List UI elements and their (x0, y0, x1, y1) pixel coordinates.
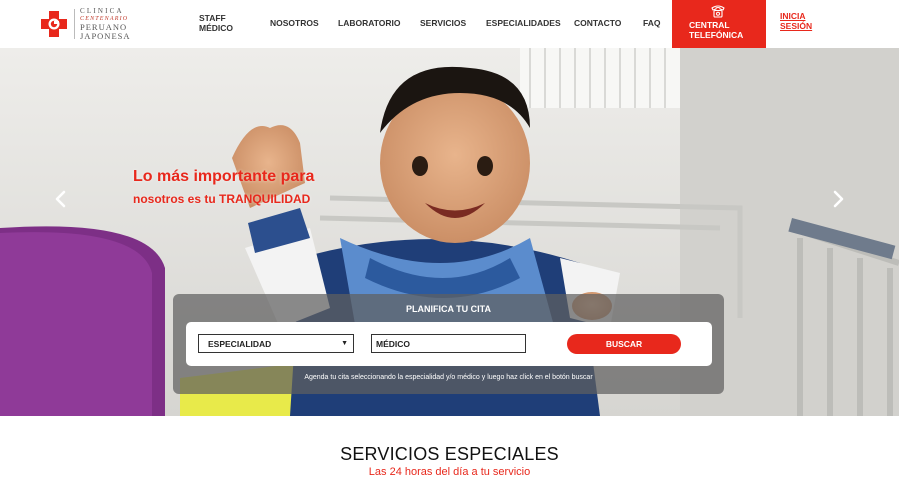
specialty-select-value: ESPECIALIDAD (208, 339, 272, 349)
search-button[interactable]: BUSCAR (567, 334, 681, 354)
central-telefonica-label: CENTRAL TELEFÓNICA (689, 20, 744, 41)
hero-slogan: Lo más importante para nosotros es tu TR… (133, 168, 314, 206)
nav-laboratorio[interactable]: LABORATORIO (338, 0, 401, 48)
chevron-right-icon[interactable] (830, 190, 846, 208)
services-section: SERVICIOS ESPECIALES Las 24 horas del dí… (0, 416, 899, 499)
nav-servicios[interactable]: SERVICIOS (420, 0, 466, 48)
planner-title: PLANIFICA TU CITA (406, 304, 491, 314)
planner-form: ESPECIALIDAD ▼ BUSCAR (186, 322, 712, 366)
logo-divider (74, 9, 75, 39)
planner-hint: Agenda tu cita seleccionando la especial… (304, 374, 593, 381)
nav-staff-medico[interactable]: STAFF MÉDICO (199, 0, 239, 48)
hero-slider: Lo más importante para nosotros es tu TR… (0, 48, 899, 416)
phone-icon (711, 5, 725, 18)
nav-contacto[interactable]: CONTACTO (574, 0, 621, 48)
nav-faq[interactable]: FAQ (643, 0, 660, 48)
slogan-line-2: nosotros es tu TRANQUILIDAD (133, 192, 314, 206)
logo-line-japonesa: JAPONESA (80, 30, 131, 41)
nav-nosotros[interactable]: NOSOTROS (270, 0, 319, 48)
site-header: CLINICA CENTENARIO PERUANO JAPONESA STAF… (0, 0, 899, 48)
central-telefonica-button[interactable]: CENTRAL TELEFÓNICA (672, 0, 766, 48)
cross-logo-icon (41, 11, 67, 37)
doctor-input[interactable] (371, 334, 526, 353)
appointment-planner: PLANIFICA TU CITA ESPECIALIDAD ▼ BUSCAR … (173, 294, 724, 394)
services-subtitle: Las 24 horas del día a tu servicio (368, 466, 531, 478)
specialty-select[interactable]: ESPECIALIDAD ▼ (198, 334, 354, 353)
chevron-left-icon[interactable] (53, 190, 69, 208)
slogan-line-1: Lo más importante para (133, 168, 315, 185)
nav-especialidades[interactable]: ESPECIALIDADES (486, 0, 561, 48)
slogan-line-2-prefix: nosotros es tu (133, 192, 220, 206)
logo-line-clinica: CLINICA (80, 7, 124, 15)
caret-down-icon: ▼ (341, 340, 348, 347)
clinic-logo[interactable]: CLINICA CENTENARIO PERUANO JAPONESA (40, 7, 131, 41)
services-title: SERVICIOS ESPECIALES (340, 444, 559, 464)
logo-wordmark: CLINICA CENTENARIO PERUANO JAPONESA (80, 8, 131, 40)
login-link[interactable]: INICIA SESIÓN (780, 11, 820, 32)
slogan-line-2-strong: TRANQUILIDAD (219, 192, 311, 206)
